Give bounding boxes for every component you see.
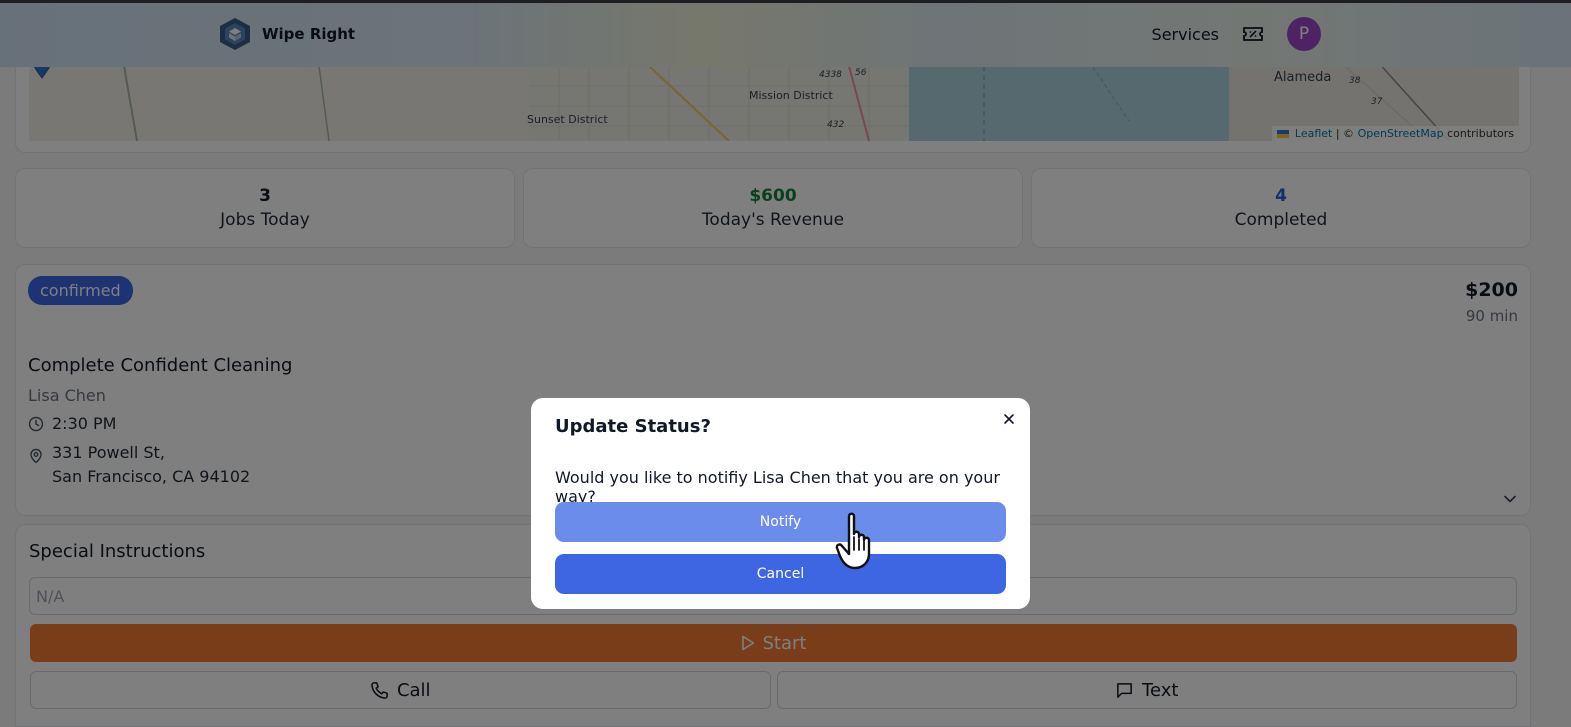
cancel-button[interactable]: Cancel (555, 554, 1006, 594)
page: Wipe Right Services P (0, 0, 1571, 727)
hand-cursor-icon (835, 512, 871, 570)
modal-message: Would you like to notifiy Lisa Chen that… (555, 468, 1000, 506)
notify-label: Notify (759, 514, 802, 530)
cancel-label: Cancel (756, 566, 805, 582)
modal-backdrop[interactable] (0, 0, 1571, 727)
modal-title: Update Status? (555, 416, 711, 437)
update-status-modal: Update Status? Would you like to notifiy… (531, 398, 1030, 609)
close-icon[interactable] (1000, 410, 1018, 428)
notify-button[interactable]: Notify (555, 502, 1006, 542)
